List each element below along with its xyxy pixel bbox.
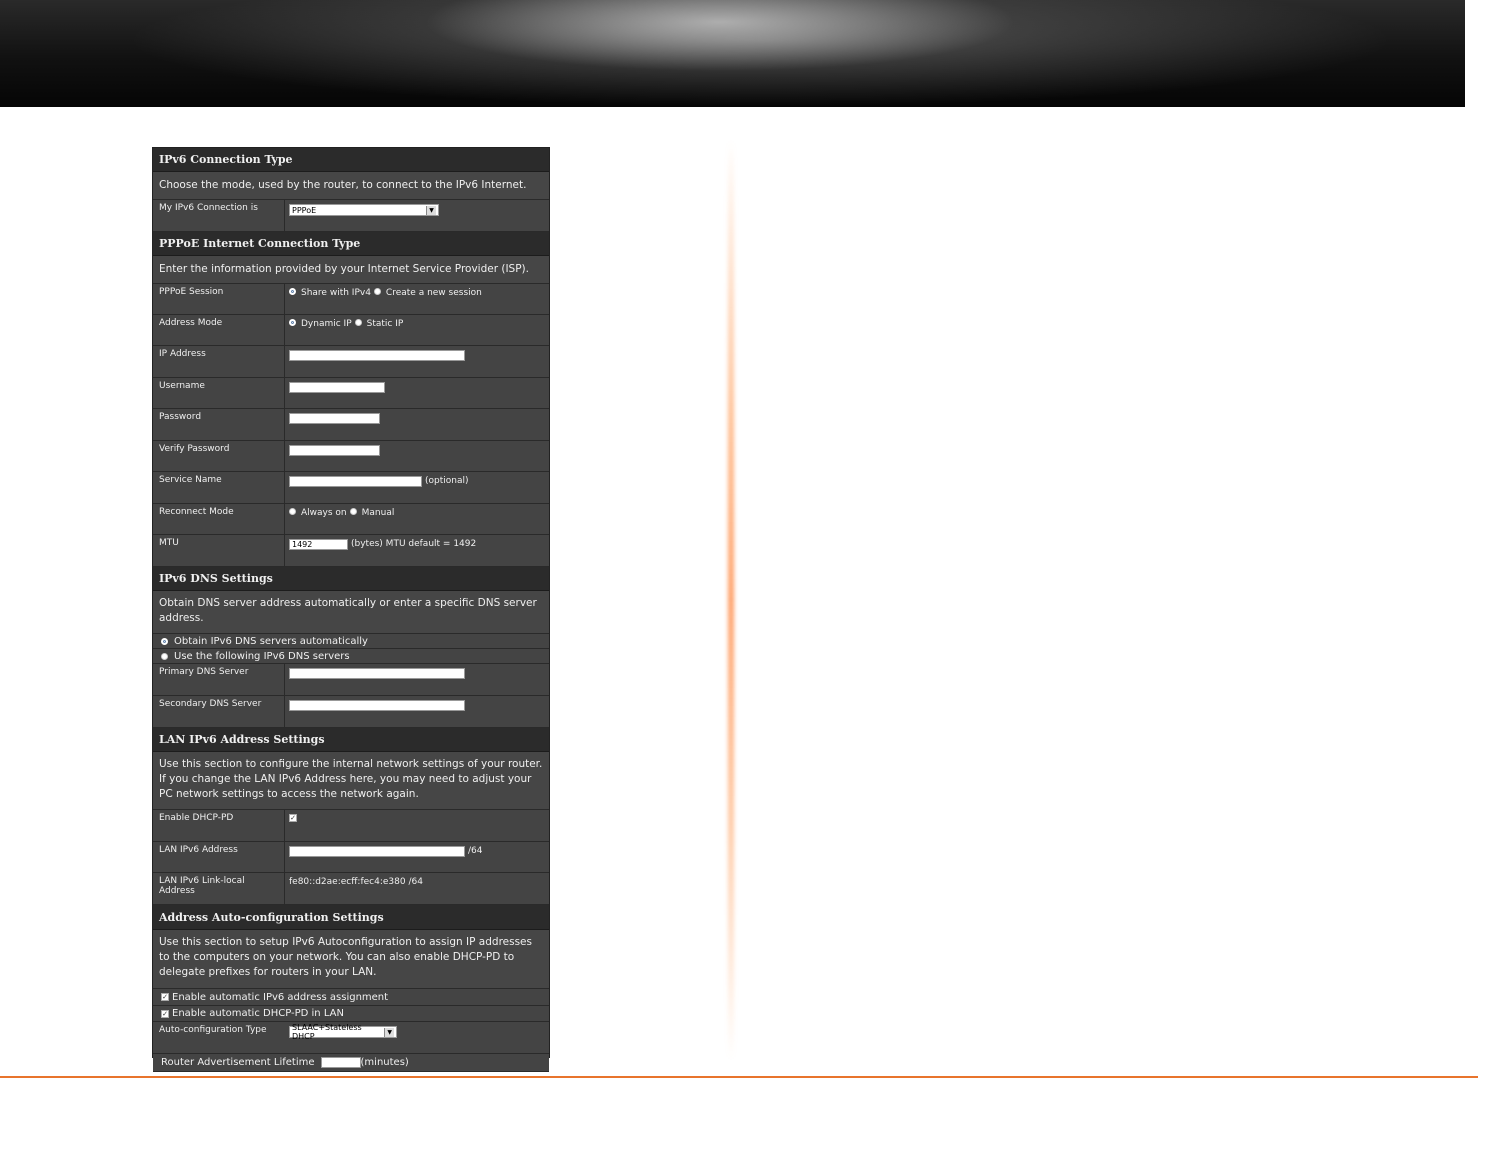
dns-manual-radio[interactable]	[161, 652, 168, 660]
chevron-down-icon: ▼	[384, 1027, 394, 1037]
autoconf-desc: Use this section to setup IPv6 Autoconfi…	[153, 930, 549, 989]
ip-address-row: IP Address	[153, 346, 549, 378]
service-name-hint: (optional)	[425, 476, 469, 486]
reconnect-mode-row: Reconnect Mode Always on Manual	[153, 504, 549, 535]
ipv6-connection-label: My IPv6 Connection is	[153, 200, 285, 231]
chevron-down-icon: ▼	[426, 205, 436, 215]
primary-dns-input[interactable]	[289, 668, 465, 679]
auto-assign-checkbox[interactable]: ✓	[161, 993, 169, 1001]
auto-dhcp-pd-label: Enable automatic DHCP-PD in LAN	[172, 1008, 344, 1019]
lan-header: LAN IPv6 Address Settings	[153, 728, 549, 752]
manual-label: Manual	[361, 508, 395, 518]
auto-dhcp-pd-option: ✓ Enable automatic DHCP-PD in LAN	[153, 1006, 549, 1022]
ipv6-connection-selected: PPPoE	[292, 205, 317, 215]
username-input[interactable]	[289, 382, 385, 393]
service-name-label: Service Name	[153, 472, 285, 503]
dynamic-ip-radio[interactable]	[289, 319, 296, 326]
header-banner	[0, 0, 1465, 107]
secondary-dns-row: Secondary DNS Server	[153, 696, 549, 728]
ipv6-connection-select[interactable]: PPPoE ▼	[289, 204, 439, 216]
service-name-input[interactable]	[289, 476, 422, 487]
password-input[interactable]	[289, 413, 380, 424]
ra-lifetime-label: Router Advertisement Lifetime	[161, 1057, 315, 1068]
verify-password-label: Verify Password	[153, 441, 285, 471]
manual-radio[interactable]	[349, 508, 357, 515]
link-local-row: LAN IPv6 Link-local Address fe80::d2ae:e…	[153, 873, 549, 905]
address-mode-row: Address Mode Dynamic IP Static IP	[153, 315, 549, 346]
username-label: Username	[153, 378, 285, 408]
settings-panel: IPv6 Connection Type Choose the mode, us…	[152, 147, 550, 1072]
verify-password-row: Verify Password	[153, 441, 549, 472]
dns-auto-label: Obtain IPv6 DNS servers automatically	[174, 635, 368, 647]
password-row: Password	[153, 409, 549, 441]
lan-address-row: LAN IPv6 Address /64	[153, 842, 549, 873]
link-local-label: LAN IPv6 Link-local Address	[153, 873, 285, 904]
mtu-hint: (bytes) MTU default = 1492	[351, 539, 477, 549]
autoconf-type-selected: SLAAC+Stateless DHCP	[292, 1023, 362, 1041]
share-ipv4-radio[interactable]	[289, 288, 296, 295]
share-ipv4-label: Share with IPv4	[301, 288, 371, 298]
pppoe-session-label: PPPoE Session	[153, 284, 285, 314]
secondary-dns-label: Secondary DNS Server	[153, 696, 285, 727]
password-label: Password	[153, 409, 285, 440]
autoconf-type-select[interactable]: SLAAC+Stateless DHCP ▼	[289, 1023, 397, 1041]
ra-lifetime-unit: (minutes)	[360, 1057, 409, 1068]
always-on-radio[interactable]	[289, 508, 296, 515]
autoconf-type-row: Auto-configuration Type SLAAC+Stateless …	[153, 1022, 549, 1054]
link-local-value: fe80::d2ae:ecff:fec4:e380 /64	[289, 877, 423, 887]
auto-assign-option: ✓ Enable automatic IPv6 address assignme…	[153, 989, 549, 1006]
ip-address-label: IP Address	[153, 346, 285, 377]
ra-lifetime-input[interactable]	[320, 1057, 361, 1068]
decorative-divider	[728, 140, 734, 1060]
ip-address-input[interactable]	[289, 350, 465, 361]
footer-line	[0, 1076, 1478, 1078]
ipv6-connection-header: IPv6 Connection Type	[153, 148, 549, 172]
dhcp-pd-row: Enable DHCP-PD ✓	[153, 810, 549, 842]
dns-desc: Obtain DNS server address automatically …	[153, 591, 549, 634]
new-session-radio[interactable]	[373, 288, 381, 295]
pppoe-session-row: PPPoE Session Share with IPv4 Create a n…	[153, 284, 549, 315]
reconnect-mode-label: Reconnect Mode	[153, 504, 285, 534]
new-session-label: Create a new session	[385, 288, 482, 298]
dns-auto-radio[interactable]	[161, 637, 168, 645]
static-ip-radio[interactable]	[354, 319, 362, 326]
static-ip-label: Static IP	[366, 319, 404, 329]
dynamic-ip-label: Dynamic IP	[301, 319, 352, 329]
dns-manual-label: Use the following IPv6 DNS servers	[174, 650, 350, 662]
lan-address-label: LAN IPv6 Address	[153, 842, 285, 872]
primary-dns-row: Primary DNS Server	[153, 664, 549, 696]
lan-address-input[interactable]	[289, 846, 465, 857]
dns-auto-option: Obtain IPv6 DNS servers automatically	[153, 634, 549, 649]
dhcp-pd-label: Enable DHCP-PD	[153, 810, 285, 841]
service-name-row: Service Name (optional)	[153, 472, 549, 504]
lan-desc: Use this section to configure the intern…	[153, 752, 549, 810]
lan-address-suffix: /64	[468, 846, 483, 856]
auto-dhcp-pd-checkbox[interactable]: ✓	[161, 1009, 169, 1018]
secondary-dns-input[interactable]	[289, 700, 465, 711]
dns-header: IPv6 DNS Settings	[153, 567, 549, 591]
autoconf-header: Address Auto-configuration Settings	[153, 905, 549, 930]
verify-password-input[interactable]	[289, 445, 380, 456]
dhcp-pd-checkbox[interactable]: ✓	[289, 814, 297, 822]
ra-lifetime-row: Router Advertisement Lifetime (minutes)	[153, 1054, 549, 1072]
always-on-label: Always on	[301, 508, 347, 518]
pppoe-desc: Enter the information provided by your I…	[153, 256, 549, 284]
username-row: Username	[153, 378, 549, 409]
mtu-input[interactable]: 1492	[289, 539, 348, 550]
dns-manual-option: Use the following IPv6 DNS servers	[153, 649, 549, 664]
ipv6-connection-desc: Choose the mode, used by the router, to …	[153, 172, 549, 200]
mtu-row: MTU 1492 (bytes) MTU default = 1492	[153, 535, 549, 567]
autoconf-type-label: Auto-configuration Type	[159, 1025, 267, 1035]
pppoe-header: PPPoE Internet Connection Type	[153, 232, 549, 256]
auto-assign-label: Enable automatic IPv6 address assignment	[172, 991, 389, 1003]
ipv6-connection-row: My IPv6 Connection is PPPoE ▼	[153, 200, 549, 232]
primary-dns-label: Primary DNS Server	[153, 664, 285, 695]
mtu-label: MTU	[153, 535, 285, 566]
address-mode-label: Address Mode	[153, 315, 285, 345]
